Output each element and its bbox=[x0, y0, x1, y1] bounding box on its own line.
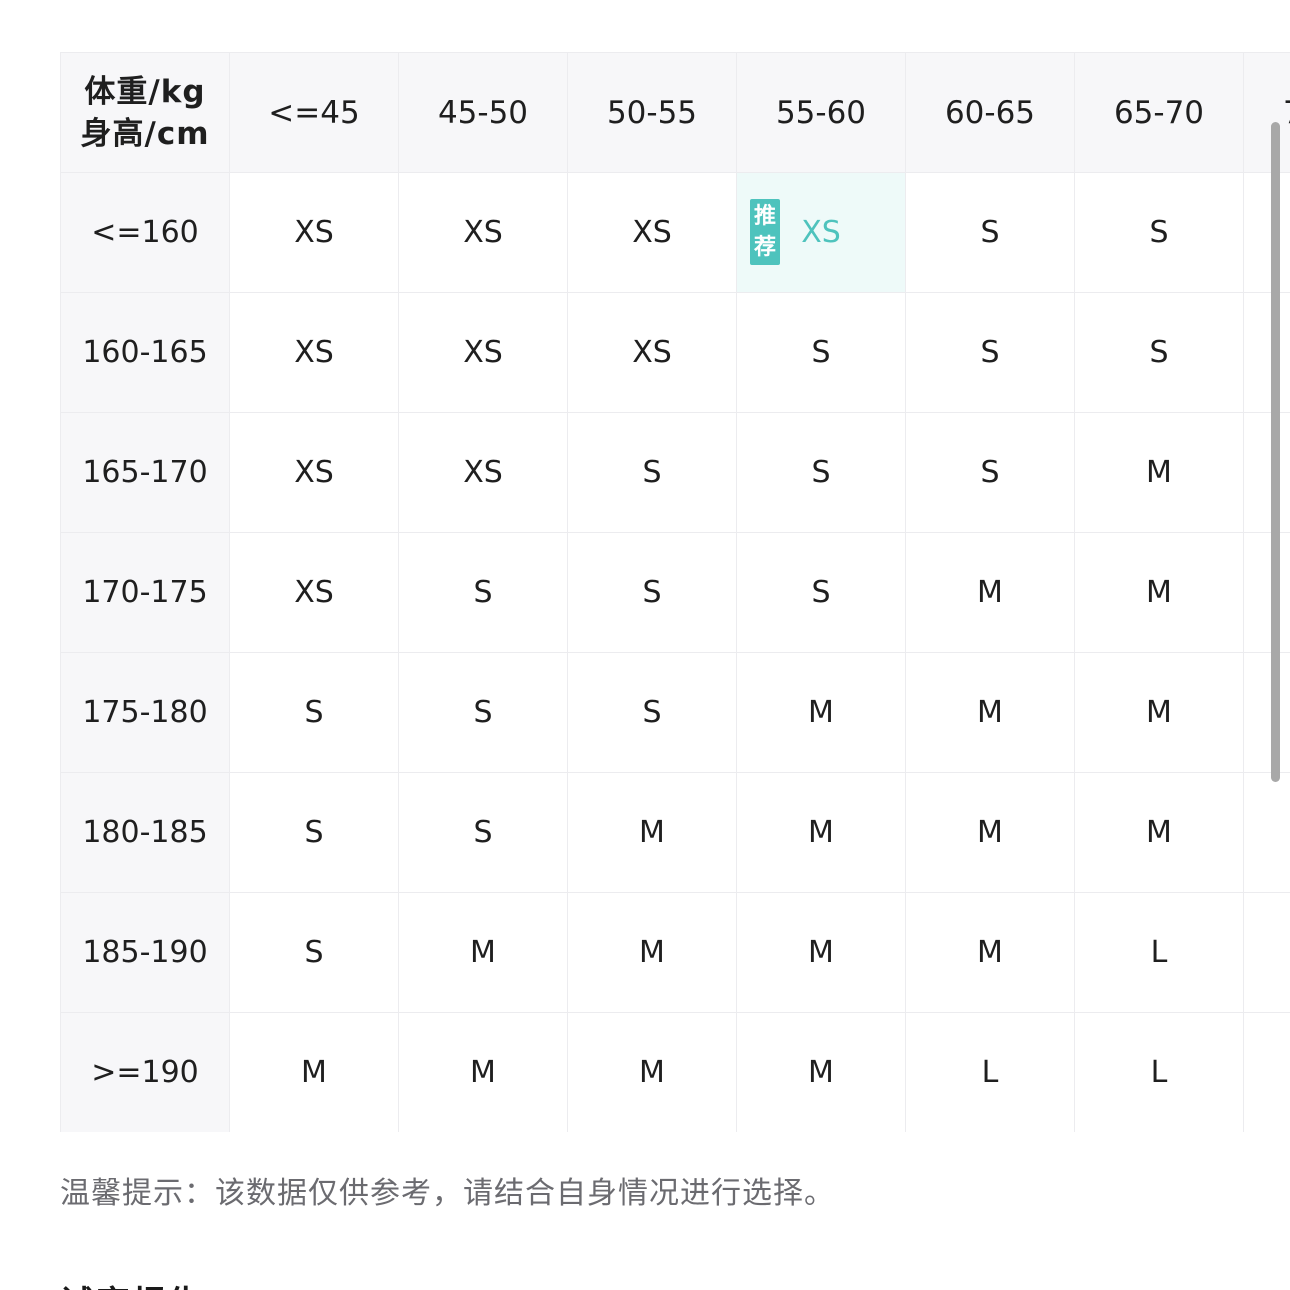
table-row: <=160 XS XS XS 推荐 XS S S bbox=[60, 172, 1290, 293]
size-cell: S bbox=[229, 772, 399, 893]
vertical-scrollbar[interactable] bbox=[1271, 122, 1280, 782]
size-cell bbox=[1243, 172, 1290, 293]
size-table: 体重/kg 身高/cm <=45 45-50 50-55 55-60 60-65… bbox=[60, 52, 1290, 1132]
row-header-height: <=160 bbox=[60, 172, 230, 293]
table-row: 170-175 XS S S S M M bbox=[60, 532, 1290, 653]
size-cell: S bbox=[567, 412, 737, 533]
size-cell: M bbox=[229, 1012, 399, 1132]
height-axis-label: 身高/cm bbox=[80, 115, 210, 152]
table-row: 160-165 XS XS XS S S S bbox=[60, 292, 1290, 413]
size-cell: M bbox=[736, 1012, 906, 1132]
column-header: 65-70 bbox=[1074, 52, 1244, 173]
size-cell: M bbox=[905, 652, 1075, 773]
size-cell: XS bbox=[398, 292, 568, 413]
size-cell: M bbox=[905, 532, 1075, 653]
table-row: 185-190 S M M M M L bbox=[60, 892, 1290, 1013]
size-cell: S bbox=[736, 412, 906, 533]
table-row: 175-180 S S S M M M bbox=[60, 652, 1290, 773]
table-row: 180-185 S S M M M M bbox=[60, 772, 1290, 893]
size-cell: S bbox=[229, 652, 399, 773]
row-header-height: >=190 bbox=[60, 1012, 230, 1132]
weight-axis-label: 体重/kg bbox=[84, 73, 206, 110]
row-header-height: 185-190 bbox=[60, 892, 230, 1013]
column-header: 50-55 bbox=[567, 52, 737, 173]
size-cell: L bbox=[1074, 1012, 1244, 1132]
size-cell: XS bbox=[229, 412, 399, 533]
size-cell: XS bbox=[567, 292, 737, 413]
size-cell: XS bbox=[398, 412, 568, 533]
size-cell bbox=[1243, 412, 1290, 533]
size-cell: S bbox=[1074, 292, 1244, 413]
tip-text: 温馨提示：该数据仅供参考，请结合自身情况进行选择。 bbox=[60, 1176, 835, 1211]
column-header: <=45 bbox=[229, 52, 399, 173]
size-cell: M bbox=[1074, 652, 1244, 773]
column-header: 70-75 bbox=[1243, 52, 1290, 173]
row-header-height: 170-175 bbox=[60, 532, 230, 653]
table-header-row: 体重/kg 身高/cm <=45 45-50 50-55 55-60 60-65… bbox=[60, 52, 1290, 173]
row-header-height: 180-185 bbox=[60, 772, 230, 893]
size-table-scroll[interactable]: 体重/kg 身高/cm <=45 45-50 50-55 55-60 60-65… bbox=[60, 52, 1290, 1132]
column-header: 55-60 bbox=[736, 52, 906, 173]
size-cell: S bbox=[567, 532, 737, 653]
size-cell: XS bbox=[229, 292, 399, 413]
size-cell bbox=[1243, 892, 1290, 1013]
size-cell: L bbox=[905, 1012, 1075, 1132]
size-cell: M bbox=[567, 1012, 737, 1132]
size-cell: S bbox=[905, 172, 1075, 293]
size-cell: S bbox=[905, 292, 1075, 413]
size-cell: M bbox=[1074, 532, 1244, 653]
corner-header: 体重/kg 身高/cm bbox=[60, 52, 230, 173]
size-cell bbox=[1243, 532, 1290, 653]
size-cell: XS bbox=[229, 172, 399, 293]
size-cell: M bbox=[398, 1012, 568, 1132]
recommended-badge: 推荐 bbox=[750, 199, 780, 265]
size-cell: S bbox=[398, 652, 568, 773]
size-cell: L bbox=[1074, 892, 1244, 1013]
size-cell bbox=[1243, 772, 1290, 893]
size-cell: M bbox=[398, 892, 568, 1013]
row-header-height: 160-165 bbox=[60, 292, 230, 413]
table-row: >=190 M M M M L L bbox=[60, 1012, 1290, 1132]
next-section-title: 试穿报告 bbox=[60, 1276, 204, 1290]
size-guide-page: 体重/kg 身高/cm <=45 45-50 50-55 55-60 60-65… bbox=[0, 0, 1290, 1290]
size-cell: XS bbox=[229, 532, 399, 653]
size-cell: M bbox=[1074, 412, 1244, 533]
size-cell: M bbox=[905, 892, 1075, 1013]
size-cell: M bbox=[736, 652, 906, 773]
size-cell: S bbox=[1074, 172, 1244, 293]
row-header-height: 175-180 bbox=[60, 652, 230, 773]
size-cell: M bbox=[567, 772, 737, 893]
recommended-size-cell: 推荐 XS bbox=[736, 172, 906, 293]
recommended-size-value: XS bbox=[801, 215, 841, 250]
size-cell: S bbox=[229, 892, 399, 1013]
row-header-height: 165-170 bbox=[60, 412, 230, 533]
size-cell: M bbox=[736, 892, 906, 1013]
size-cell: S bbox=[398, 532, 568, 653]
column-header: 45-50 bbox=[398, 52, 568, 173]
column-header: 60-65 bbox=[905, 52, 1075, 173]
size-cell: M bbox=[905, 772, 1075, 893]
size-cell: S bbox=[905, 412, 1075, 533]
size-cell: S bbox=[736, 292, 906, 413]
table-row: 165-170 XS XS S S S M bbox=[60, 412, 1290, 533]
size-cell: S bbox=[398, 772, 568, 893]
size-cell: M bbox=[1074, 772, 1244, 893]
size-cell bbox=[1243, 652, 1290, 773]
scrollbar-thumb[interactable] bbox=[1271, 122, 1280, 782]
recommended-badge-char: 推 bbox=[753, 204, 776, 229]
size-cell bbox=[1243, 1012, 1290, 1132]
size-cell: XS bbox=[567, 172, 737, 293]
size-cell: S bbox=[736, 532, 906, 653]
size-cell: M bbox=[736, 772, 906, 893]
size-cell: M bbox=[567, 892, 737, 1013]
size-cell: S bbox=[567, 652, 737, 773]
size-cell bbox=[1243, 292, 1290, 413]
recommended-badge-char: 荐 bbox=[753, 235, 776, 260]
size-cell: XS bbox=[398, 172, 568, 293]
